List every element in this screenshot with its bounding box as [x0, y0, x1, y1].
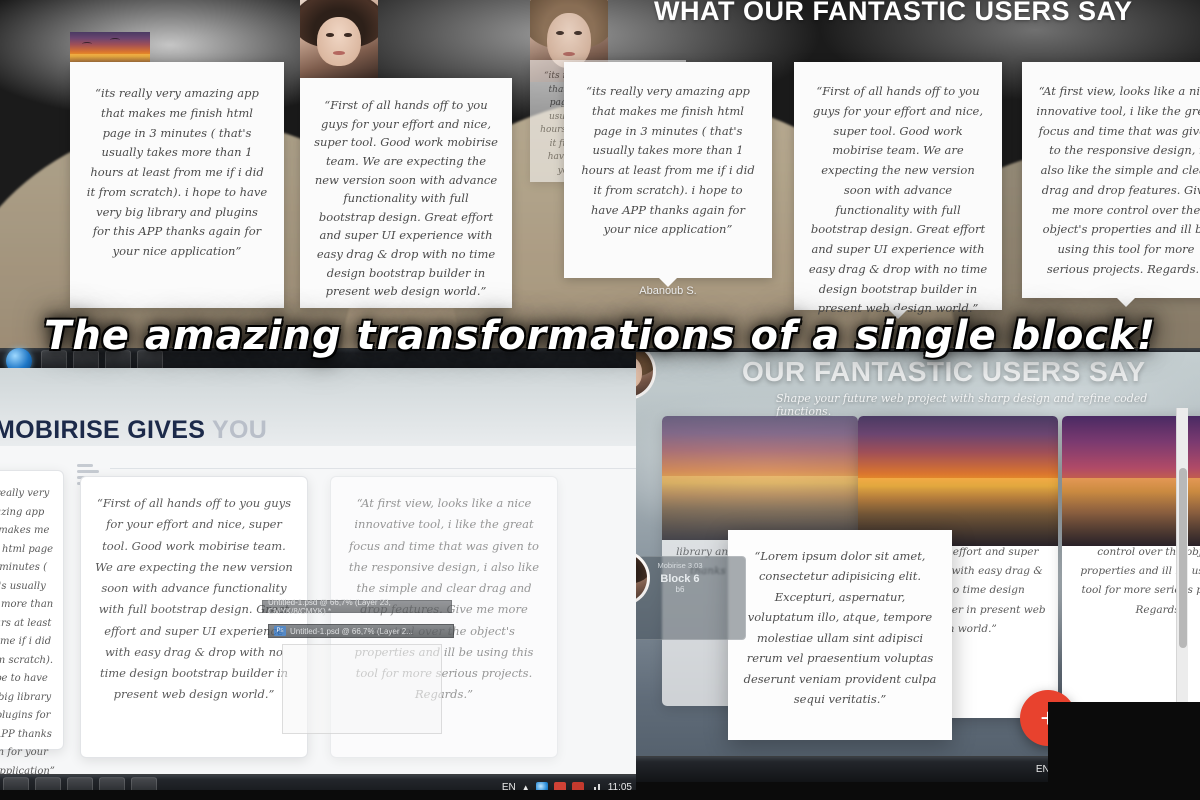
testimonial-quote: “its really very amazing app that makes …: [581, 84, 755, 237]
testimonial-quote: “First of all hands off to you guys for …: [808, 84, 988, 316]
block-panel-app: Mobirise 3.03: [657, 561, 703, 570]
testimonial-quote: “its really very amazing app that makes …: [0, 488, 55, 777]
block-panel-name: Block 6: [660, 573, 700, 585]
scrollbar-thumb[interactable]: [1179, 468, 1187, 648]
divider: [110, 468, 640, 469]
card-pointer: [1117, 298, 1135, 307]
avatar: [300, 0, 378, 78]
lorem-floating-card[interactable]: “Lorem ipsum dolor sit amet, consectetur…: [728, 530, 952, 740]
testimonial-card[interactable]: “its really very amazing app that makes …: [70, 62, 284, 308]
testimonial-quote: “its really very amazing app that makes …: [86, 86, 268, 259]
heading-light-part: YOU: [211, 416, 268, 444]
photoshop-chip: Ps: [274, 626, 286, 636]
heading-dark-part: MOBIRISE GIVES: [0, 416, 206, 444]
testimonial-card[interactable]: “its really very amazing app that makes …: [564, 62, 772, 287]
testimonial-quote: “First of all hands off to you guys for …: [314, 98, 498, 299]
photoshop-title-bar[interactable]: Untitled-1.psd @ 66,7% (Layer 23, CMYK/8…: [262, 597, 452, 616]
lorem-text: “Lorem ipsum dolor sit amet, consectetur…: [743, 549, 937, 707]
testimonial-author: Abanoub S.: [639, 285, 697, 297]
ghost-page-title: OUR FANTASTIC USERS SAY: [742, 356, 1146, 387]
letterbox-fill: [636, 782, 1200, 800]
card-pointer: [889, 310, 907, 319]
testimonial-card[interactable]: “First of all hands off to you guys for …: [794, 62, 1002, 319]
block-panel[interactable]: Mobirise 3.03 Block 6 b6: [636, 556, 746, 640]
testimonial-card[interactable]: “First of all hands off to you guys for …: [80, 476, 308, 758]
photoshop-canvas-thumbnail: [282, 644, 442, 734]
testimonial-card[interactable]: “its really very amazing app that makes …: [0, 470, 64, 777]
bottom-left-screenshot-panel: MOBIRISE GIVES YOU “its really very amaz…: [0, 368, 640, 800]
top-screenshot-panel: WHAT OUR FANTASTIC USERS SAY “its really…: [0, 0, 1200, 372]
sunset-image: [858, 416, 1058, 546]
letterbox-fill: [0, 790, 640, 800]
page-title: WHAT OUR FANTASTIC USERS SAY: [654, 0, 1133, 26]
block-panel-id: b6: [675, 585, 685, 594]
testimonial-quote: “At first view, looks like a nice innova…: [1036, 84, 1200, 276]
photoshop-taskbar-item[interactable]: Ps Untitled-1.psd @ 66,7% (Layer 2...: [268, 624, 454, 638]
ghost-subtitle: Shape your future web project with sharp…: [776, 392, 1148, 418]
photoshop-taskbar-label: Untitled-1.psd @ 66,7% (Layer 2...: [290, 626, 413, 636]
section-heading: MOBIRISE GIVES YOU: [0, 416, 267, 445]
photoshop-title: Untitled-1.psd @ 66,7% (Layer 23, CMYK/8…: [268, 597, 391, 616]
composite-promo-screenshot: WHAT OUR FANTASTIC USERS SAY “its really…: [0, 0, 1200, 800]
testimonial-card[interactable]: “At first view, looks like a nice innova…: [1022, 62, 1200, 307]
testimonial-card[interactable]: “First of all hands off to you guys for …: [300, 78, 512, 308]
sunset-image: [662, 416, 858, 540]
